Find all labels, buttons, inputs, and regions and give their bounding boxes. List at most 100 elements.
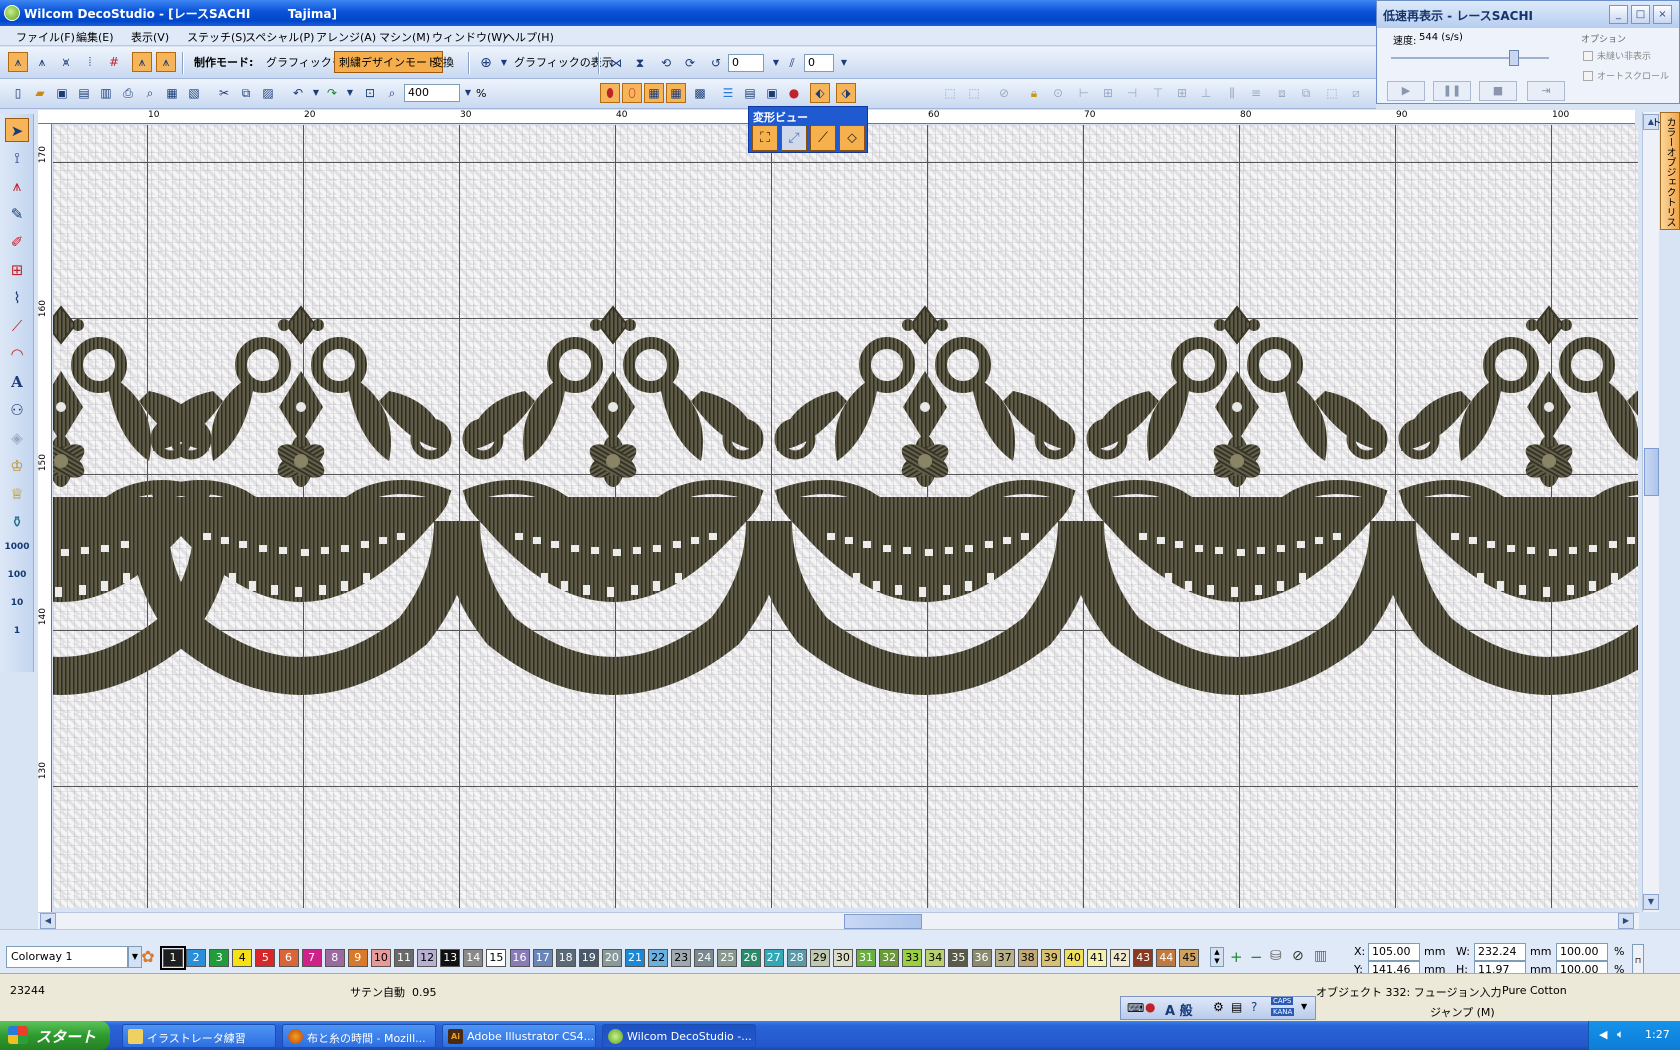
color-swatch[interactable]: 2 (186, 949, 207, 967)
objects-icon[interactable]: ▣ (762, 83, 782, 103)
ungroup-icon[interactable]: ⬚ (964, 83, 984, 103)
scale-100-label[interactable]: 100 (3, 570, 31, 580)
fit-frame-icon[interactable]: ⛶ (752, 125, 778, 151)
view-connectors-icon[interactable]: ⩙ (56, 52, 76, 72)
color-swatch[interactable]: 37 (994, 949, 1015, 967)
make-same-size-icon[interactable]: ⧉ (1296, 83, 1316, 103)
view-3d-icon[interactable]: ⩚ (132, 52, 152, 72)
color-swatch[interactable]: 16 (509, 949, 530, 967)
satin-icon[interactable]: ⌇ (5, 286, 29, 310)
horizontal-scroll-thumb[interactable] (844, 914, 922, 929)
scale-x-input[interactable]: 100.00 (1556, 943, 1608, 961)
color-swatch[interactable]: 7 (301, 949, 322, 967)
lock-icon[interactable]: 🔒︎ (1024, 83, 1044, 103)
appliqué-icon[interactable]: ♕ (5, 482, 29, 506)
align-middle-icon[interactable]: ⊞ (1172, 83, 1192, 103)
column-icon[interactable]: ⊞ (5, 258, 29, 282)
color-swatch[interactable]: 4 (232, 949, 253, 967)
distribute-v-icon[interactable]: ≡ (1246, 83, 1266, 103)
save-icon[interactable]: ▣ (52, 83, 72, 103)
select-icon[interactable]: ➤ (5, 118, 29, 142)
zoom-input[interactable]: 400 (404, 84, 460, 102)
color-swatch[interactable]: 11 (394, 949, 414, 967)
taskbar-item-firefox[interactable]: 布と糸の時間 - Mozill... (282, 1024, 436, 1048)
list-icon[interactable]: ☰ (718, 83, 738, 103)
x-input[interactable]: 105.00 (1368, 943, 1420, 961)
color-swatch[interactable]: 20 (601, 949, 622, 967)
rotate-right-icon[interactable]: ⟳ (680, 53, 700, 73)
stitch-edit-icon[interactable]: ⩚ (5, 174, 29, 198)
diamond-icon[interactable]: ◈ (5, 426, 29, 450)
record-icon[interactable]: ● (784, 83, 804, 103)
menu-edit[interactable]: 編集(E) (76, 29, 114, 45)
scale-10-label[interactable]: 10 (3, 598, 31, 608)
color-swatch[interactable]: 22 (648, 949, 669, 967)
menu-machine[interactable]: マシン(M) (379, 29, 430, 45)
taskbar-item-illustrator[interactable]: Ai Adobe Illustrator CS4... (442, 1024, 596, 1048)
color-swatch[interactable]: 31 (856, 949, 876, 967)
color-swatch[interactable]: 41 (1087, 949, 1107, 967)
color-swatch[interactable]: 30 (832, 949, 853, 967)
menu-help[interactable]: ヘルプ(H) (504, 29, 554, 45)
align-page-icon[interactable]: ⬚ (1322, 83, 1342, 103)
speed-slider-track[interactable] (1391, 57, 1549, 59)
color-swatch[interactable]: 15 (486, 949, 507, 967)
color-swatch[interactable]: 17 (532, 949, 553, 967)
color-swatch[interactable]: 1 (160, 946, 186, 970)
color-object-list-tab[interactable]: カラーオブジェクトリスト (1649, 112, 1680, 230)
scroll-left-icon[interactable]: ◀ (40, 913, 56, 929)
unlock-icon[interactable]: ⊙ (1048, 83, 1068, 103)
grid-alt-icon[interactable]: ▦ (666, 83, 686, 103)
ime-pad-icon[interactable]: ▤ (1231, 1000, 1242, 1014)
diagonal-arrow-icon[interactable]: ⤢ (781, 125, 807, 151)
node-edit-icon[interactable]: ⬖ (810, 83, 830, 103)
color-swatch[interactable]: 12 (417, 949, 438, 967)
view-grid-icon[interactable]: # (104, 52, 124, 72)
rotate-left-icon[interactable]: ⟲ (656, 53, 676, 73)
open-folder-icon[interactable]: ▰ (30, 83, 50, 103)
people-icon[interactable]: ⚇ (5, 398, 29, 422)
color-swatch[interactable]: 26 (740, 949, 761, 967)
color-swatch[interactable]: 14 (463, 949, 484, 967)
align-bottom-icon[interactable]: ⊥ (1196, 83, 1216, 103)
ime-mode[interactable]: A 般 (1165, 1000, 1193, 1019)
align-center-icon[interactable]: ⊞ (1098, 83, 1118, 103)
color-swatch[interactable]: 3 (209, 949, 230, 967)
color-swatch[interactable]: 32 (879, 949, 900, 967)
lace-embroidery-design[interactable] (53, 125, 1638, 908)
color-bars-icon[interactable]: ▥ (1314, 948, 1327, 964)
menu-view[interactable]: 表示(V) (131, 29, 169, 45)
scale-1-label[interactable]: 1 (3, 626, 31, 636)
color-swatch[interactable]: 33 (902, 949, 923, 967)
chevron-down-icon[interactable]: ▼ (1301, 1002, 1307, 1011)
tray-arrow-icon[interactable]: ◀ (1599, 1028, 1607, 1041)
thread-chart-icon[interactable]: ⛁ (1270, 948, 1282, 964)
colorway-editor-icon[interactable]: ✿ (138, 947, 158, 967)
color-swatch[interactable]: 40 (1063, 949, 1084, 967)
monogram-icon[interactable]: ♔ (5, 454, 29, 478)
print-preview-icon[interactable]: ⌕ (140, 83, 160, 103)
vertical-scroll-thumb[interactable] (1644, 448, 1659, 496)
play-icon[interactable]: ▶ (1387, 81, 1425, 101)
color-swatch[interactable]: 44 (1156, 949, 1177, 967)
pause-icon[interactable]: ❚❚ (1433, 81, 1471, 101)
minimize-icon[interactable]: _ (1609, 5, 1628, 24)
ime-icon[interactable]: ● (1145, 1000, 1155, 1014)
export-icon[interactable]: ▥ (96, 83, 116, 103)
zoom-icon[interactable]: ⌕ (382, 83, 402, 103)
view-needle-points-icon[interactable]: ⦙ (80, 52, 100, 72)
menu-arrange[interactable]: アレンジ(A) (316, 29, 376, 45)
menu-stitch[interactable]: ステッチ(S) (187, 29, 247, 45)
distribute-h-icon[interactable]: ⫼ (1222, 83, 1242, 103)
menu-file[interactable]: ファイル(F) (16, 29, 75, 45)
stitch-list-icon[interactable]: ▤ (740, 83, 760, 103)
color-swatch[interactable]: 36 (971, 949, 992, 967)
ruler-vertical[interactable]: 170 160 150 140 130 (38, 124, 52, 912)
color-swatch[interactable]: 25 (717, 949, 738, 967)
color-swatch[interactable]: 10 (370, 949, 391, 967)
no-color-icon[interactable]: ⊘ (1292, 948, 1304, 964)
fabric-icon[interactable]: ⬮ (600, 83, 620, 103)
width-input[interactable]: 232.24 (1474, 943, 1526, 961)
copy-icon[interactable]: ⧉ (236, 83, 256, 103)
remove-color-icon[interactable]: − (1250, 948, 1263, 966)
